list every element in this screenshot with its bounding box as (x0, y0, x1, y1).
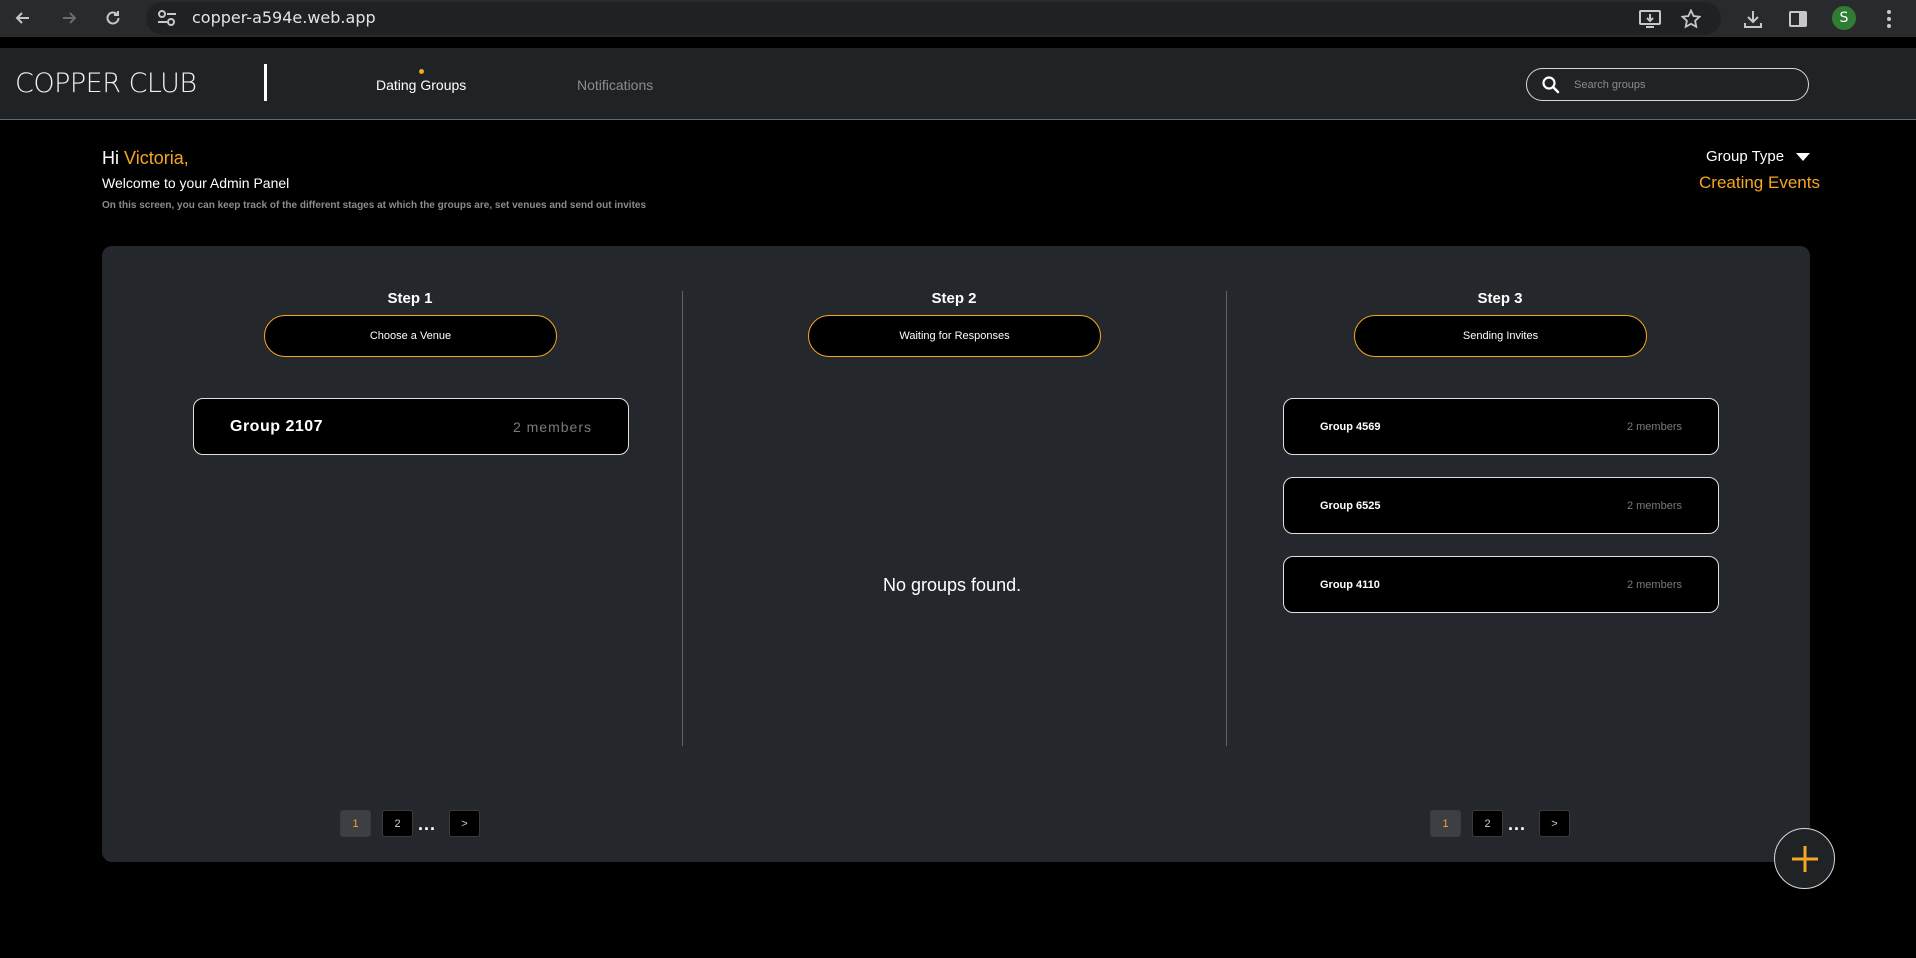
group-name: Group 2107 (230, 417, 324, 435)
group-type-label: Group Type (1706, 148, 1785, 165)
add-group-button[interactable] (1774, 828, 1835, 889)
downloads-icon[interactable] (1740, 6, 1766, 32)
step-1-title: Step 1 (387, 290, 433, 307)
next-page-button[interactable]: > (1539, 810, 1570, 837)
group-card[interactable]: Group 2107 2 members (193, 398, 629, 455)
empty-message: No groups found. (883, 575, 1022, 595)
sending-invites-button[interactable]: Sending Invites (1354, 315, 1647, 357)
tab-notifications[interactable]: Notifications (577, 77, 653, 93)
forward-arrow-icon[interactable] (55, 4, 83, 32)
address-bar[interactable] (146, 2, 1721, 35)
page-button-2[interactable]: 2 (382, 810, 413, 837)
step-3-title: Step 3 (1477, 290, 1523, 307)
next-page-button[interactable]: > (449, 810, 480, 837)
group-card[interactable]: Group 6525 2 members (1283, 477, 1719, 534)
more-menu-icon[interactable] (1876, 6, 1902, 32)
welcome-text: Welcome to your Admin Panel (102, 175, 290, 191)
group-members: 2 members (512, 418, 592, 435)
tab-dating-groups[interactable]: Dating Groups (376, 77, 466, 93)
active-tab-indicator (419, 69, 424, 74)
greeting-name: Victoria, (124, 148, 189, 168)
page-ellipsis: ... (1508, 814, 1527, 834)
group-type-dropdown[interactable]: Group Type (1706, 148, 1811, 165)
group-members: 2 members (1626, 420, 1682, 433)
browser-toolbar: copper-a594e.web.app S (0, 0, 1916, 37)
side-panel-icon[interactable] (1785, 6, 1811, 32)
group-card[interactable]: Group 4569 2 members (1283, 398, 1719, 455)
back-arrow-icon[interactable] (9, 4, 37, 32)
page-button-1[interactable]: 1 (1430, 810, 1461, 837)
search-icon (1541, 75, 1561, 95)
column-divider (1226, 291, 1227, 746)
group-name: Group 4110 (1320, 578, 1380, 591)
group-members: 2 members (1626, 499, 1682, 512)
group-card[interactable]: Group 4110 2 members (1283, 556, 1719, 613)
search-box[interactable] (1526, 68, 1809, 101)
caret-down-icon[interactable] (1796, 152, 1811, 161)
profile-avatar[interactable]: S (1832, 6, 1856, 30)
install-app-icon[interactable] (1637, 6, 1663, 32)
greeting-hi: Hi (102, 148, 119, 168)
page-button-2[interactable]: 2 (1472, 810, 1503, 837)
group-name: Group 6525 (1320, 499, 1381, 512)
waiting-responses-button[interactable]: Waiting for Responses (808, 315, 1101, 357)
logo[interactable]: COPPER CLUB (15, 68, 197, 99)
site-settings-icon[interactable] (156, 8, 178, 28)
bookmark-star-icon[interactable] (1678, 6, 1704, 32)
reload-icon[interactable] (99, 4, 127, 32)
page-ellipsis: ... (418, 814, 437, 834)
column-divider (682, 291, 683, 746)
url-text[interactable]: copper-a594e.web.app (192, 8, 376, 27)
plus-icon (1791, 845, 1818, 872)
logo-divider (264, 64, 267, 101)
greeting: Hi Victoria, (102, 148, 189, 169)
subtitle-text: On this screen, you can keep track of th… (102, 200, 647, 211)
group-name: Group 4569 (1320, 420, 1381, 433)
step-2-title: Step 2 (931, 290, 977, 307)
group-members: 2 members (1626, 578, 1682, 591)
choose-venue-button[interactable]: Choose a Venue (264, 315, 557, 357)
page-button-1[interactable]: 1 (340, 810, 371, 837)
search-input[interactable] (1574, 76, 1794, 94)
app-header: COPPER CLUB Dating Groups Notifications (0, 48, 1916, 120)
group-type-value: Creating Events (1699, 173, 1820, 192)
